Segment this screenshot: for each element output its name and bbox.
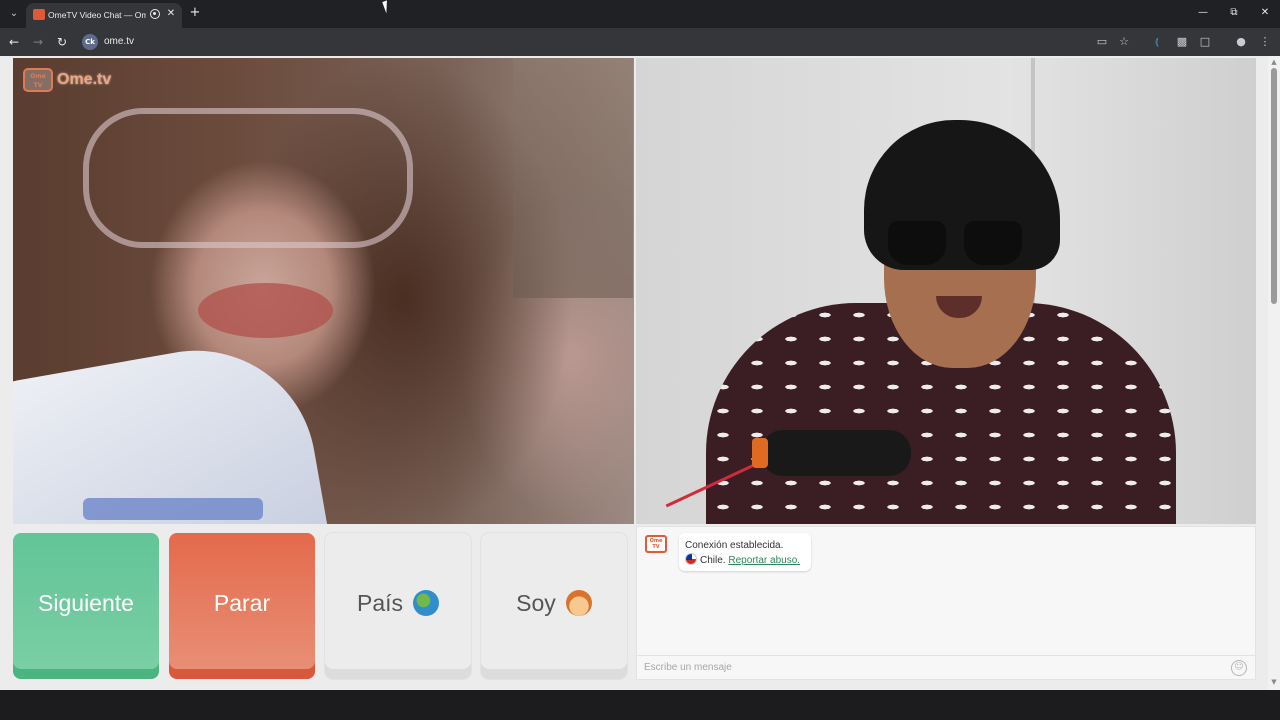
- extensions-puzzle-icon[interactable]: □: [1197, 34, 1213, 50]
- forward-icon[interactable]: →: [30, 34, 46, 50]
- gender-button-label: Soy: [516, 590, 556, 616]
- country-button[interactable]: País: [325, 533, 471, 679]
- tab-favicon-icon: [33, 9, 45, 20]
- country-button-label: País: [356, 590, 404, 616]
- ometv-chat-icon: Ome TV: [645, 535, 667, 553]
- site-info-icon[interactable]: Ck: [82, 34, 98, 50]
- install-icon[interactable]: ▭: [1094, 34, 1110, 50]
- ometv-logo-icon: Ome TV: [23, 68, 53, 92]
- report-abuse-link[interactable]: Reportar abuso.: [728, 555, 800, 566]
- next-button-label: Siguiente: [38, 590, 134, 616]
- connection-status: Conexión establecida.: [685, 540, 784, 551]
- ometv-logo-text: Ome.tv: [57, 71, 112, 88]
- microphone-ring: [752, 438, 768, 468]
- extension-translate-icon[interactable]: ⦅: [1149, 34, 1165, 50]
- self-video: [636, 58, 1256, 524]
- recording-icon: [150, 9, 160, 19]
- mouse-cursor-icon: [382, 0, 396, 14]
- message-input[interactable]: Escribe un mensaje ☺: [637, 655, 1255, 679]
- background-door: [513, 58, 633, 298]
- bookmark-star-icon[interactable]: ☆: [1116, 34, 1132, 50]
- globe-icon: [413, 589, 440, 616]
- emoji-icon[interactable]: ☺: [1231, 660, 1247, 676]
- tab-close-icon[interactable]: ✕: [165, 7, 177, 21]
- reload-icon[interactable]: ↻: [54, 34, 70, 50]
- ometv-logo[interactable]: Ome TV Ome.tv: [23, 66, 133, 92]
- next-button[interactable]: Siguiente: [13, 533, 159, 679]
- chat-panel: Ome TV Conexión establecida. Chile. Repo…: [636, 526, 1256, 680]
- chile-flag-icon: [685, 553, 697, 565]
- browser-menu-icon[interactable]: ⋮: [1257, 34, 1273, 50]
- browser-toolbar: ← → ↻ Ck ome.tv ▭ ☆ ⦅ ▩ □ ● ⋮: [0, 28, 1280, 56]
- sunglasses: [888, 221, 1022, 267]
- remote-person-shirt: [13, 331, 328, 524]
- gender-button[interactable]: Soy: [481, 533, 627, 679]
- system-message: Conexión establecida. Chile. Reportar ab…: [679, 533, 811, 571]
- remote-shirt-stripe: [83, 498, 263, 520]
- remote-person-lips: [198, 283, 333, 338]
- remote-person-glasses: [83, 108, 413, 248]
- partner-location: Chile. Reportar abuso.: [685, 553, 811, 568]
- microphone: [761, 430, 911, 476]
- boy-face-icon: [565, 589, 592, 616]
- extension-cast-icon[interactable]: ▩: [1174, 34, 1190, 50]
- partner-country: Chile.: [700, 555, 726, 566]
- scroll-down-icon[interactable]: ▼: [1270, 678, 1278, 686]
- back-icon[interactable]: ←: [6, 34, 22, 50]
- scroll-thumb[interactable]: [1271, 68, 1277, 304]
- window-close-icon[interactable]: ✕: [1256, 5, 1274, 21]
- new-tab-icon[interactable]: +: [187, 5, 203, 21]
- tab-title: OmeTV Video Chat — Ome: [48, 10, 146, 20]
- bottom-letterbox: [0, 690, 1280, 720]
- page-content: Ome TV Ome.tv Siguiente Parar País Soy O…: [0, 56, 1280, 690]
- minimize-icon[interactable]: —: [1194, 5, 1212, 21]
- remote-video: Ome TV Ome.tv: [13, 58, 634, 524]
- stop-button-label: Parar: [213, 590, 271, 616]
- tab-search-icon[interactable]: ⌄: [6, 6, 22, 22]
- url-text[interactable]: ome.tv: [104, 35, 134, 49]
- stop-button[interactable]: Parar: [169, 533, 315, 679]
- scroll-up-icon[interactable]: ▲: [1270, 58, 1278, 66]
- address-bar[interactable]: Ck ome.tv: [80, 31, 1140, 53]
- page-scrollbar[interactable]: ▲ ▼: [1268, 56, 1280, 690]
- browser-tab[interactable]: OmeTV Video Chat — Ome ✕: [26, 3, 182, 28]
- profile-avatar-icon[interactable]: ●: [1233, 34, 1249, 50]
- browser-tab-bar: ⌄ OmeTV Video Chat — Ome ✕ + — ⧉ ✕: [0, 0, 1280, 28]
- message-placeholder: Escribe un mensaje: [644, 662, 732, 673]
- restore-icon[interactable]: ⧉: [1225, 5, 1243, 21]
